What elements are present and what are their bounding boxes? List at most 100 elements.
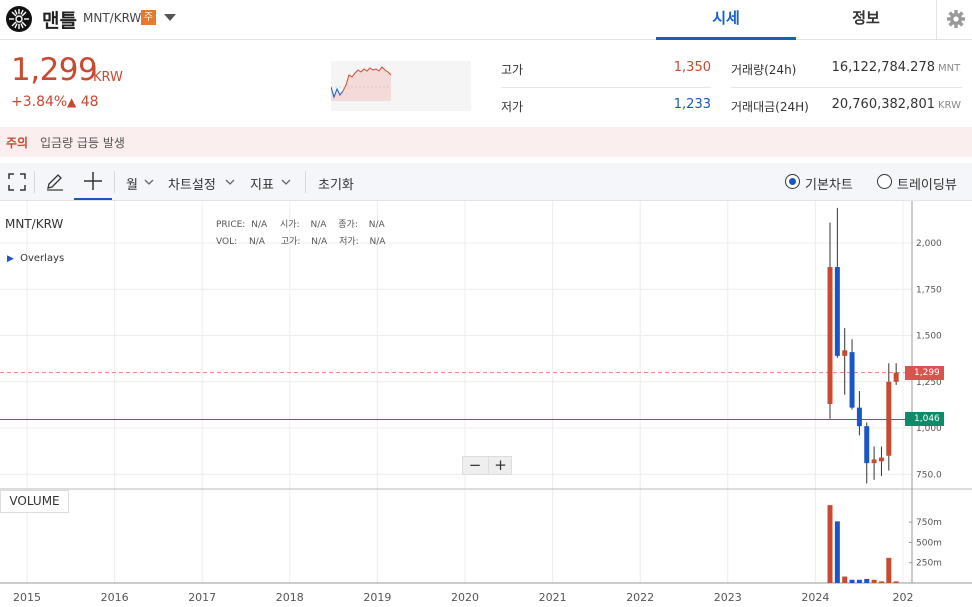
x-tick-label: 2024 xyxy=(801,591,829,604)
volume-bar xyxy=(849,579,855,583)
volume-tick-label: 500m xyxy=(916,538,942,548)
trading-view-label[interactable]: 트레이딩뷰 xyxy=(897,174,957,193)
settings-button[interactable] xyxy=(936,0,972,40)
close-legend-value: N/A xyxy=(368,220,385,230)
zoom-in-button[interactable]: + xyxy=(488,457,512,474)
x-tick-label: 2018 xyxy=(276,591,304,604)
radio-trading-view[interactable] xyxy=(877,174,892,189)
low-legend-label: 저가: xyxy=(339,237,359,247)
candle-body xyxy=(886,381,892,456)
reset-button[interactable]: 초기화 xyxy=(318,174,354,193)
volume-tick-label: 250m xyxy=(916,559,942,569)
chevron-down-icon xyxy=(281,179,291,185)
divider xyxy=(34,171,35,193)
vol-legend-value: N/A xyxy=(249,237,265,247)
price-chart[interactable]: 2015 2016 2017 2018 2019 2020 2021 2022 2023 2024… xyxy=(0,201,972,607)
overlays-label: Overlays xyxy=(20,253,65,264)
pencil-icon[interactable] xyxy=(45,172,65,192)
volume-bar xyxy=(827,505,833,583)
volume-bar xyxy=(878,581,884,583)
ohlc-legend-top: PRICE: N/A 시가: N/A 종가: N/A xyxy=(216,217,385,230)
volume-bar xyxy=(842,576,848,583)
low-label: 저가 xyxy=(501,100,524,114)
divider xyxy=(731,87,962,88)
zoom-controls: − + xyxy=(462,456,512,475)
close-legend-label: 종가: xyxy=(338,220,358,230)
period-dropdown[interactable]: 월 xyxy=(126,163,158,200)
divider xyxy=(501,87,711,88)
open-legend-label: 시가: xyxy=(280,220,300,230)
divider xyxy=(114,171,115,193)
price-legend-label: PRICE: xyxy=(216,220,246,230)
crosshair-icon xyxy=(84,172,102,190)
volume-bar xyxy=(834,521,840,583)
change-percent: +3.84% xyxy=(11,94,68,110)
chart-toolbar: 월 차트설정 지표 초기화 기본차트 트레이딩뷰 xyxy=(0,163,972,201)
volume-label: 거래량(24h) xyxy=(731,63,797,77)
current-price-tag: 1,299 xyxy=(905,365,944,380)
volume-bar xyxy=(871,579,877,583)
x-tick-label: 2015 xyxy=(13,591,41,604)
volume-bar xyxy=(856,579,862,583)
chevron-down-icon xyxy=(144,179,154,185)
caution-badge: 주 xyxy=(141,10,156,25)
candle-body xyxy=(893,372,899,382)
alert-banner[interactable]: 주의 입금량 급등 발생 xyxy=(0,127,972,157)
high-label: 고가 xyxy=(501,63,524,77)
reference-price-tag: 1,046 xyxy=(905,412,944,427)
volume-bar xyxy=(864,578,870,583)
radio-basic-chart[interactable] xyxy=(785,174,800,189)
x-tick-label: 2023 xyxy=(714,591,742,604)
x-tick-label: 2022 xyxy=(626,591,654,604)
y-tick-label: 1,500 xyxy=(916,332,942,342)
candle-body xyxy=(856,407,862,427)
y-tick-label: 2,000 xyxy=(916,239,942,249)
candle-body xyxy=(842,350,848,356)
zoom-out-button[interactable]: − xyxy=(463,457,487,474)
change-amount: 48 xyxy=(80,94,99,110)
low-legend-value: N/A xyxy=(369,237,386,247)
volume-unit: MNT xyxy=(938,63,961,74)
x-tick-label: 2020 xyxy=(451,591,479,604)
alert-message: 입금량 급등 발생 xyxy=(40,136,125,150)
candle-body xyxy=(834,267,840,356)
chevron-down-icon xyxy=(225,179,235,185)
current-price: 1,299 xyxy=(11,52,98,88)
x-tick-label: 2017 xyxy=(188,591,216,604)
fullscreen-icon[interactable] xyxy=(8,173,26,191)
candle-body xyxy=(827,267,833,404)
chart-symbol: MNT/KRW xyxy=(5,217,64,231)
indicators-dropdown[interactable]: 지표 xyxy=(250,163,296,200)
ohlc-legend-bottom: VOL: N/A 고가: N/A 저가: N/A xyxy=(216,234,385,247)
crosshair-button[interactable] xyxy=(74,163,112,200)
coin-header: 맨틀 MNT/KRW 주 시세 정보 xyxy=(0,0,972,40)
high-value: 1,350 xyxy=(673,60,711,75)
x-tick-label: 2016 xyxy=(101,591,129,604)
turnover-label: 거래대금(24H) xyxy=(731,100,809,114)
tab-info[interactable]: 정보 xyxy=(796,0,936,40)
up-arrow-icon: ▲ xyxy=(67,95,77,109)
candle-body xyxy=(878,457,884,462)
coin-name: 맨틀 xyxy=(42,10,77,32)
volume-button[interactable]: VOLUME xyxy=(0,490,69,513)
vol-legend-label: VOL: xyxy=(216,237,238,247)
low-value: 1,233 xyxy=(673,97,711,112)
x-tick-label: 202 xyxy=(893,591,914,604)
tab-market-price[interactable]: 시세 xyxy=(656,0,796,40)
overlays-toggle[interactable]: ▶ Overlays xyxy=(7,253,64,264)
volume-tick-label: 750m xyxy=(916,518,942,528)
turnover-value: 20,760,382,801 xyxy=(831,97,935,112)
gear-icon xyxy=(947,10,965,28)
x-tick-label: 2021 xyxy=(539,591,567,604)
x-tick-label: 2019 xyxy=(363,591,391,604)
divider xyxy=(305,171,306,193)
coin-select-caret-icon[interactable] xyxy=(164,14,176,21)
open-legend-value: N/A xyxy=(310,220,327,230)
change-amount-wrap: ▲ 48 xyxy=(67,94,99,110)
basic-chart-label[interactable]: 기본차트 xyxy=(805,174,853,193)
chart-settings-dropdown[interactable]: 차트설정 xyxy=(168,163,240,200)
candle-body xyxy=(871,459,877,464)
period-label: 월 xyxy=(126,178,138,193)
pair-label: MNT/KRW xyxy=(83,11,142,25)
coin-logo-icon xyxy=(6,6,32,32)
